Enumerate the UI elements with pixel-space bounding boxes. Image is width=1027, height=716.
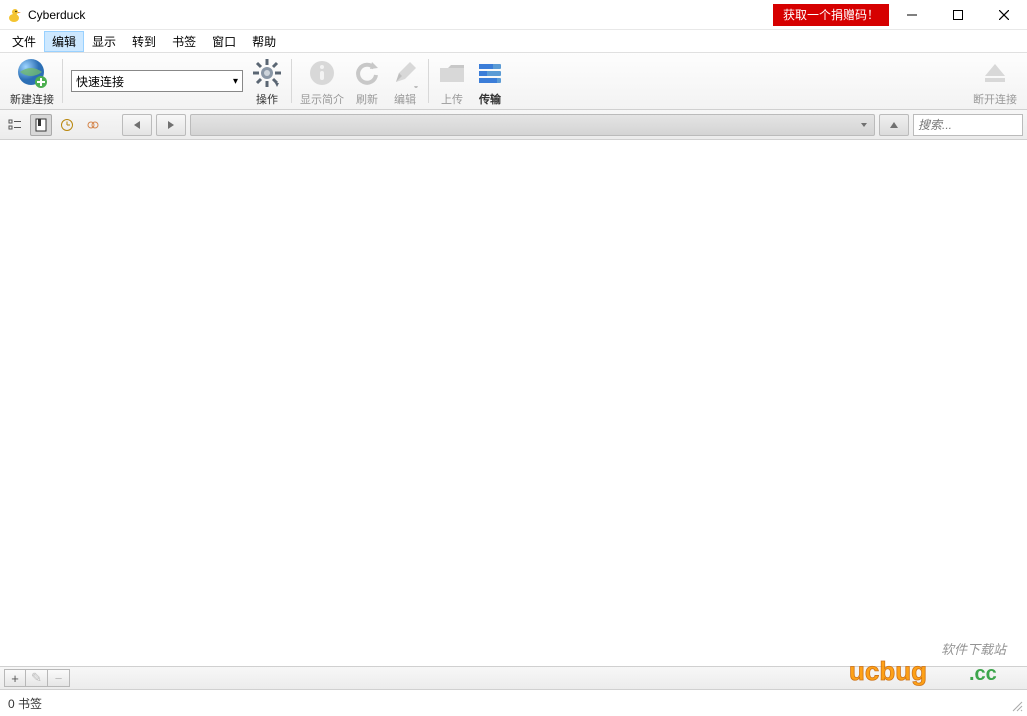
content-area [0, 140, 1027, 666]
nav-forward-button[interactable] [156, 114, 186, 136]
info-icon [307, 55, 337, 91]
refresh-button[interactable]: 刷新 [348, 55, 386, 107]
triangle-left-icon [132, 120, 142, 130]
status-bar: 0 书签 [0, 690, 1027, 716]
menu-help[interactable]: 帮助 [244, 31, 284, 52]
view-history-button[interactable] [56, 114, 78, 136]
status-text: 0 书签 [8, 695, 42, 712]
menu-window[interactable]: 窗口 [204, 31, 244, 52]
maximize-button[interactable] [935, 0, 981, 30]
close-button[interactable] [981, 0, 1027, 30]
triangle-up-icon [889, 120, 899, 130]
menu-go[interactable]: 转到 [124, 31, 164, 52]
bottom-toolbar: + ✎ − [0, 666, 1027, 690]
get-info-button[interactable]: 显示简介 [296, 55, 348, 107]
triangle-right-icon [166, 120, 176, 130]
chevron-down-icon [860, 121, 868, 129]
outline-icon [8, 118, 22, 132]
toolbar-separator [291, 59, 292, 103]
navigation-bar [0, 110, 1027, 140]
disconnect-button[interactable]: 断开连接 [969, 55, 1021, 107]
remove-bookmark-button[interactable]: − [48, 669, 70, 687]
nav-back-button[interactable] [122, 114, 152, 136]
menu-view[interactable]: 显示 [84, 31, 124, 52]
search-box[interactable] [913, 114, 1023, 136]
bookmark-icon [34, 118, 48, 132]
clock-icon [60, 118, 74, 132]
title-bar: Cyberduck 获取一个捐赠码！ [0, 0, 1027, 30]
action-button[interactable]: 操作 [247, 55, 287, 107]
donate-button[interactable]: 获取一个捐赠码！ [773, 4, 889, 26]
window-title: Cyberduck [28, 8, 85, 22]
pencil-icon [390, 55, 420, 91]
globe-plus-icon [15, 55, 49, 91]
menu-bar: 文件 编辑 显示 转到 书签 窗口 帮助 [0, 30, 1027, 52]
eject-icon [980, 55, 1010, 91]
menu-edit[interactable]: 编辑 [44, 31, 84, 52]
transfers-button[interactable]: 传输 [471, 55, 509, 107]
edit-button[interactable]: 编辑 [386, 55, 424, 107]
view-bonjour-button[interactable] [82, 114, 104, 136]
path-dropdown[interactable] [190, 114, 875, 136]
transfers-icon [475, 55, 505, 91]
edit-bookmark-button[interactable]: ✎ [26, 669, 48, 687]
refresh-icon [352, 55, 382, 91]
minimize-button[interactable] [889, 0, 935, 30]
bonjour-icon [86, 118, 100, 132]
chevron-down-icon: ▾ [233, 76, 238, 87]
gear-icon [251, 55, 283, 91]
app-icon [6, 7, 22, 23]
view-bookmarks-button[interactable] [30, 114, 52, 136]
menu-bookmark[interactable]: 书签 [164, 31, 204, 52]
nav-up-button[interactable] [879, 114, 909, 136]
quick-connect-dropdown[interactable]: 快速连接 ▾ [71, 70, 243, 92]
new-connection-button[interactable]: 新建连接 [6, 55, 58, 107]
menu-file[interactable]: 文件 [4, 31, 44, 52]
view-outline-button[interactable] [4, 114, 26, 136]
search-input[interactable] [918, 118, 1027, 132]
resize-grip[interactable] [1011, 700, 1025, 714]
upload-button[interactable]: 上传 [433, 55, 471, 107]
folder-up-icon [437, 55, 467, 91]
toolbar: 新建连接 快速连接 ▾ [0, 52, 1027, 110]
add-bookmark-button[interactable]: + [4, 669, 26, 687]
toolbar-separator [428, 59, 429, 103]
toolbar-separator [62, 59, 63, 103]
quick-connect-group: 快速连接 ▾ [67, 55, 247, 107]
